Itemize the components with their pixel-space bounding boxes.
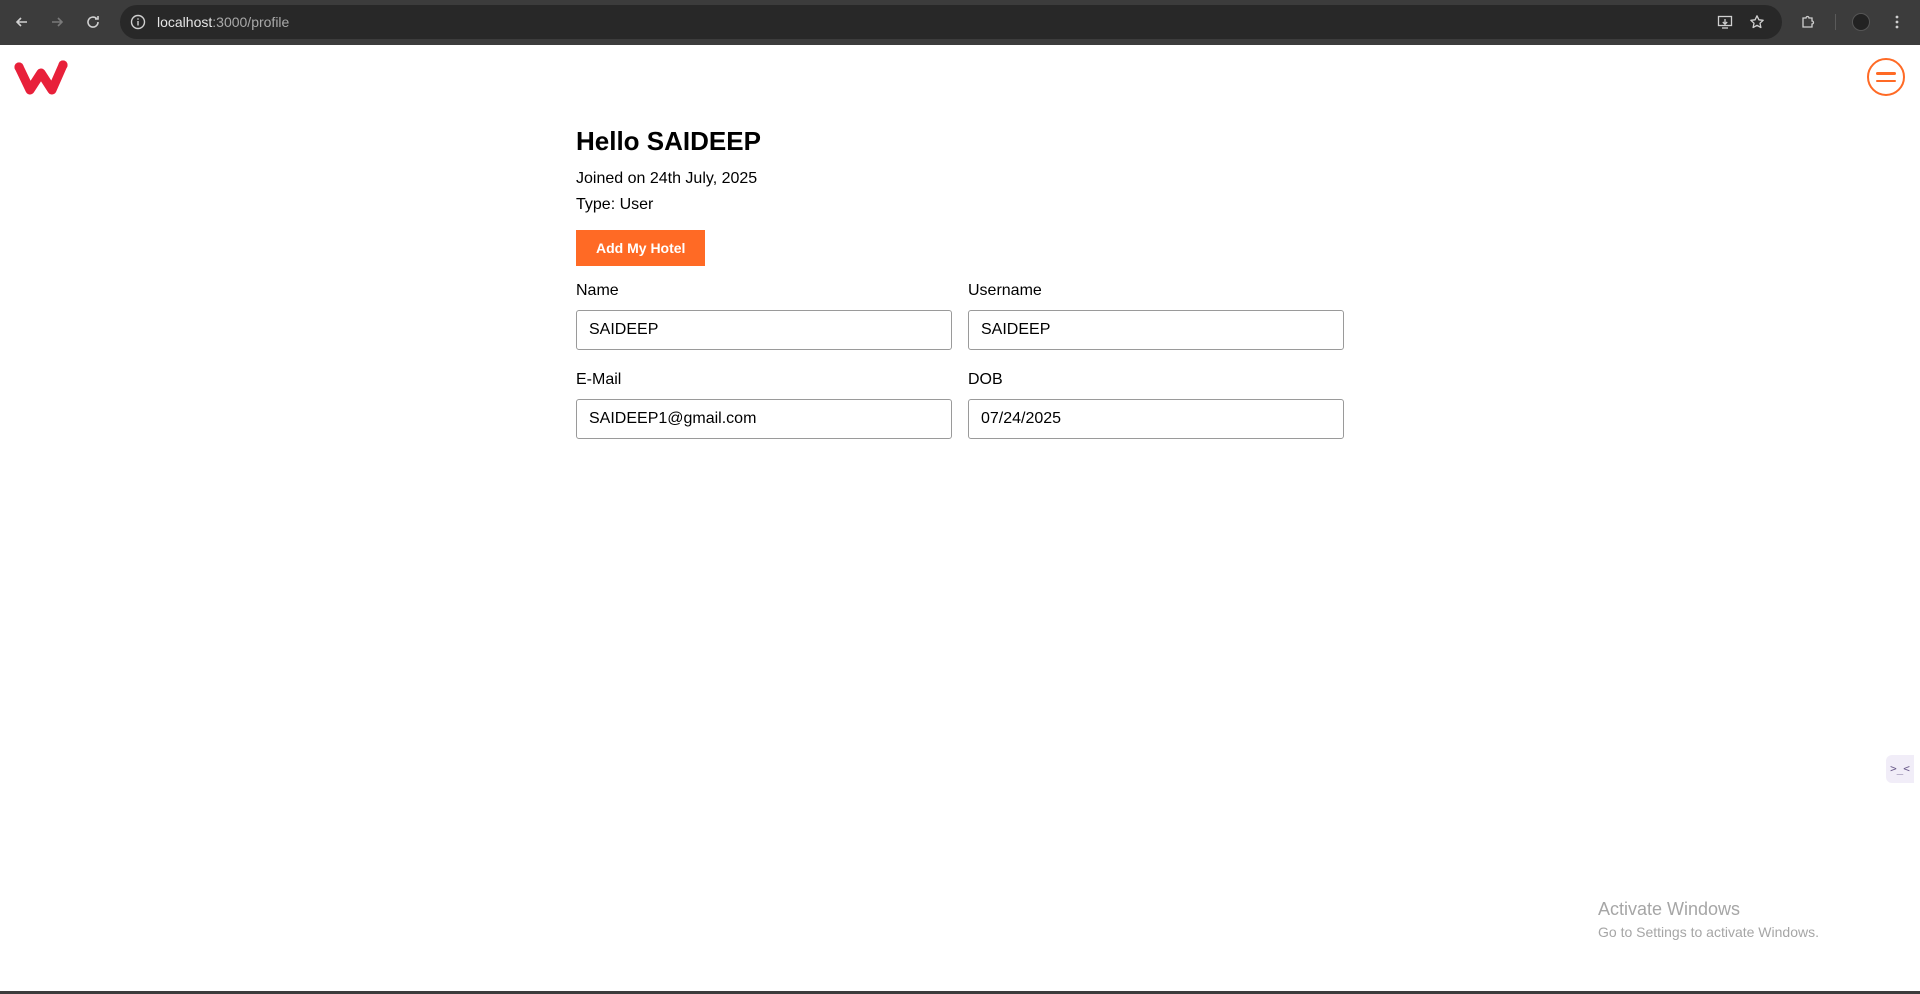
forward-button[interactable] bbox=[45, 10, 69, 34]
menu-bar-top bbox=[1876, 72, 1896, 75]
arrow-left-icon bbox=[15, 17, 27, 27]
name-label: Name bbox=[576, 282, 619, 299]
page-content: Hello SAIDEEP Joined on 24th July, 2025 … bbox=[0, 45, 1920, 991]
name-field[interactable]: SAIDEEP bbox=[576, 310, 952, 350]
url-path: :3000/profile bbox=[212, 14, 290, 30]
name-field-group: Name SAIDEEP bbox=[576, 281, 952, 350]
extensions-button[interactable] bbox=[1796, 10, 1820, 34]
email-label: E-Mail bbox=[576, 371, 622, 388]
address-bar[interactable]: localhost:3000/profile bbox=[120, 5, 1782, 39]
username-field-group: Username SAIDEEP bbox=[968, 281, 1344, 350]
email-field-group: E-Mail SAIDEEP1@gmail.com bbox=[576, 370, 952, 439]
site-info-icon[interactable] bbox=[130, 14, 146, 30]
brand-logo[interactable] bbox=[14, 57, 70, 97]
reload-button[interactable] bbox=[81, 10, 105, 34]
reload-icon bbox=[87, 16, 99, 28]
watermark-subtitle: Go to Settings to activate Windows. bbox=[1598, 924, 1819, 940]
profile-form: Name SAIDEEP Username SAIDEEP E-Mail SAI… bbox=[576, 281, 1346, 439]
browser-menu-button[interactable] bbox=[1885, 10, 1909, 34]
url-text: localhost:3000/profile bbox=[157, 14, 289, 30]
account-type: Type: User bbox=[576, 196, 654, 213]
hamburger-menu-button[interactable] bbox=[1867, 58, 1905, 96]
email-field[interactable]: SAIDEEP1@gmail.com bbox=[576, 399, 952, 439]
side-extension-tab[interactable]: >_< bbox=[1886, 755, 1914, 783]
page-title: Hello SAIDEEP bbox=[576, 126, 761, 156]
browser-toolbar: localhost:3000/profile bbox=[0, 0, 1920, 45]
back-button[interactable] bbox=[10, 10, 34, 34]
avatar bbox=[1852, 13, 1870, 31]
url-host: localhost bbox=[157, 14, 213, 30]
bookmark-star-icon[interactable] bbox=[1749, 14, 1765, 30]
brand-w-logo-icon bbox=[14, 60, 68, 95]
arrow-right-icon bbox=[52, 17, 64, 27]
windows-activation-watermark: Activate Windows Go to Settings to activ… bbox=[1598, 898, 1819, 942]
add-my-hotel-button[interactable]: Add My Hotel bbox=[576, 230, 706, 266]
profile-section: Hello SAIDEEP Joined on 24th July, 2025 … bbox=[576, 125, 1346, 439]
more-vertical-icon bbox=[1895, 15, 1899, 29]
puzzle-icon bbox=[1802, 15, 1815, 28]
dob-field[interactable]: 07/24/2025 bbox=[968, 399, 1344, 439]
dob-field-group: DOB 07/24/2025 bbox=[968, 370, 1344, 439]
profile-button[interactable] bbox=[1849, 10, 1873, 34]
watermark-title: Activate Windows bbox=[1598, 899, 1741, 919]
dob-label: DOB bbox=[968, 371, 1003, 388]
menu-bar-bottom bbox=[1876, 79, 1896, 82]
username-label: Username bbox=[968, 282, 1042, 299]
install-app-icon[interactable] bbox=[1717, 14, 1733, 30]
username-field[interactable]: SAIDEEP bbox=[968, 310, 1344, 350]
joined-date: Joined on 24th July, 2025 bbox=[576, 170, 758, 187]
toolbar-separator bbox=[1835, 14, 1836, 30]
